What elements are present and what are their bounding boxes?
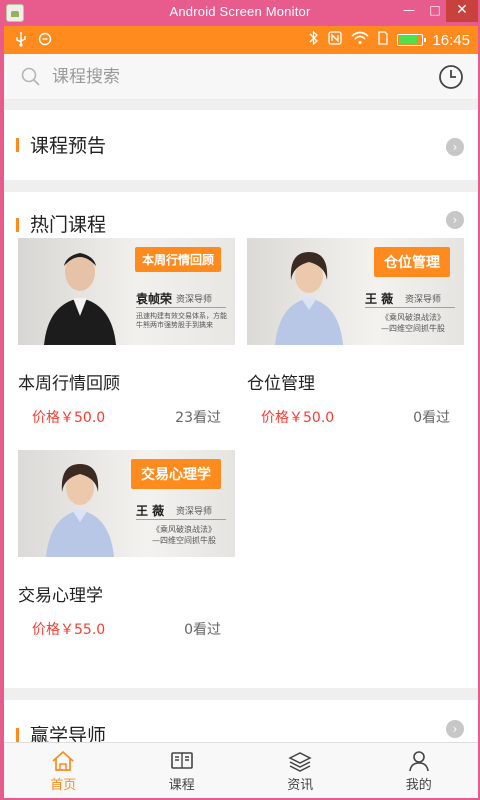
- teacher-name: 王 薇: [365, 292, 394, 306]
- news-icon: [288, 752, 312, 772]
- course-price: 价格￥50.0: [32, 410, 106, 426]
- tab-label: 首页: [50, 778, 77, 793]
- thumb-divider: [136, 519, 226, 520]
- thumb-divider: [136, 307, 226, 308]
- thumb-description: 迅速构建有效交易体系，方能牛熊两市强势股手到擒来: [136, 312, 227, 329]
- thumb-tag: 仓位管理: [374, 247, 450, 277]
- section-title: 热门课程: [30, 214, 107, 236]
- teacher-role: 资深导师: [176, 295, 213, 305]
- section-hot-courses: 热门课程 › 本周行情回顾 袁帧荣 资深导师 迅速构建有效交易体系，方能牛熊两市…: [4, 192, 478, 662]
- course-title[interactable]: 本周行情回顾: [18, 369, 120, 394]
- accent-bar: [16, 218, 19, 232]
- hot-courses-header[interactable]: 热门课程 ›: [4, 192, 478, 238]
- course-thumbnail[interactable]: 本周行情回顾 袁帧荣 资深导师 迅速构建有效交易体系，方能牛熊两市强势股手到擒来: [18, 238, 235, 345]
- nfc-icon: [328, 31, 343, 49]
- teacher-photo: [275, 252, 343, 345]
- teacher-photo: [46, 464, 114, 557]
- profile-icon: [408, 751, 429, 772]
- course-price: 价格￥50.0: [261, 410, 335, 426]
- usb-icon: [14, 31, 28, 51]
- minimize-button[interactable]: —: [396, 0, 422, 22]
- section-divider: [4, 180, 478, 192]
- tab-profile[interactable]: 我的: [360, 743, 479, 798]
- home-icon: [52, 750, 74, 771]
- battery-icon: [397, 34, 427, 46]
- teacher-role: 资深导师: [176, 507, 213, 517]
- bluetooth-icon: [309, 30, 319, 50]
- teacher-role: 资深导师: [405, 295, 442, 305]
- course-thumbnail[interactable]: 仓位管理 王 薇 资深导师 《乘风破浪战法》 —四维空间抓牛股: [247, 238, 464, 345]
- device-screen: 16:45 课程预告 › 热门课程 ›: [4, 26, 478, 798]
- course-views: 23看过: [175, 410, 221, 426]
- course-title[interactable]: 仓位管理: [247, 369, 315, 394]
- course-card[interactable]: 交易心理学 王 薇 资深导师 《乘风破浪战法》 —四维空间抓牛股 交易心理学 价…: [18, 450, 235, 662]
- maximize-button[interactable]: □: [424, 0, 446, 22]
- course-views: 0看过: [184, 622, 221, 638]
- teacher-name: 王 薇: [136, 504, 165, 518]
- section-title: 课程预告: [30, 135, 107, 157]
- course-icon: [170, 752, 193, 769]
- tab-label: 资讯: [287, 778, 314, 793]
- teacher-name: 袁帧荣: [136, 292, 173, 306]
- course-grid: 本周行情回顾 袁帧荣 资深导师 迅速构建有效交易体系，方能牛熊两市强势股手到擒来…: [4, 238, 478, 662]
- chevron-right-icon[interactable]: ›: [446, 211, 464, 229]
- tab-home[interactable]: 首页: [4, 743, 123, 798]
- tab-news[interactable]: 资讯: [241, 743, 360, 798]
- section-divider: [4, 688, 478, 700]
- wifi-icon: [351, 31, 369, 49]
- search-bar: [4, 54, 478, 100]
- course-card[interactable]: 仓位管理 王 薇 资深导师 《乘风破浪战法》 —四维空间抓牛股 仓位管理 价格￥…: [247, 238, 464, 450]
- thumb-tag: 本周行情回顾: [134, 247, 221, 272]
- course-thumbnail[interactable]: 交易心理学 王 薇 资深导师 《乘风破浪战法》 —四维空间抓牛股: [18, 450, 235, 557]
- tab-label: 课程: [168, 778, 195, 793]
- thumb-description: 《乘风破浪战法》 —四维空间抓牛股: [152, 525, 216, 545]
- accent-bar: [16, 138, 19, 152]
- chevron-right-icon[interactable]: ›: [446, 720, 464, 738]
- history-clock-icon[interactable]: [438, 64, 464, 90]
- thumb-divider: [365, 307, 455, 308]
- window-titlebar: Android Screen Monitor — □ ✕: [0, 0, 480, 26]
- status-time: 16:45: [432, 31, 470, 49]
- tab-label: 我的: [405, 778, 432, 793]
- teacher-photo: [44, 253, 116, 345]
- thumb-description: 《乘风破浪战法》 —四维空间抓牛股: [381, 313, 445, 333]
- section-course-preview[interactable]: 课程预告 ›: [4, 110, 478, 180]
- notification-icon: [38, 31, 52, 51]
- sim-icon: [378, 31, 389, 49]
- thumb-tag: 交易心理学: [131, 459, 221, 489]
- course-card[interactable]: 本周行情回顾 袁帧荣 资深导师 迅速构建有效交易体系，方能牛熊两市强势股手到擒来…: [18, 238, 235, 450]
- section-divider: [4, 100, 478, 110]
- search-icon: [21, 67, 40, 86]
- chevron-right-icon[interactable]: ›: [446, 138, 464, 156]
- course-views: 0看过: [413, 410, 450, 426]
- status-bar: 16:45: [4, 26, 478, 54]
- course-title[interactable]: 交易心理学: [18, 581, 103, 606]
- close-button[interactable]: ✕: [446, 0, 478, 22]
- course-price: 价格￥55.0: [32, 622, 106, 638]
- bottom-tab-bar: 首页 课程 资讯 我的: [4, 742, 478, 798]
- search-input[interactable]: [52, 63, 412, 91]
- accent-bar: [16, 728, 19, 742]
- tab-course[interactable]: 课程: [123, 743, 242, 798]
